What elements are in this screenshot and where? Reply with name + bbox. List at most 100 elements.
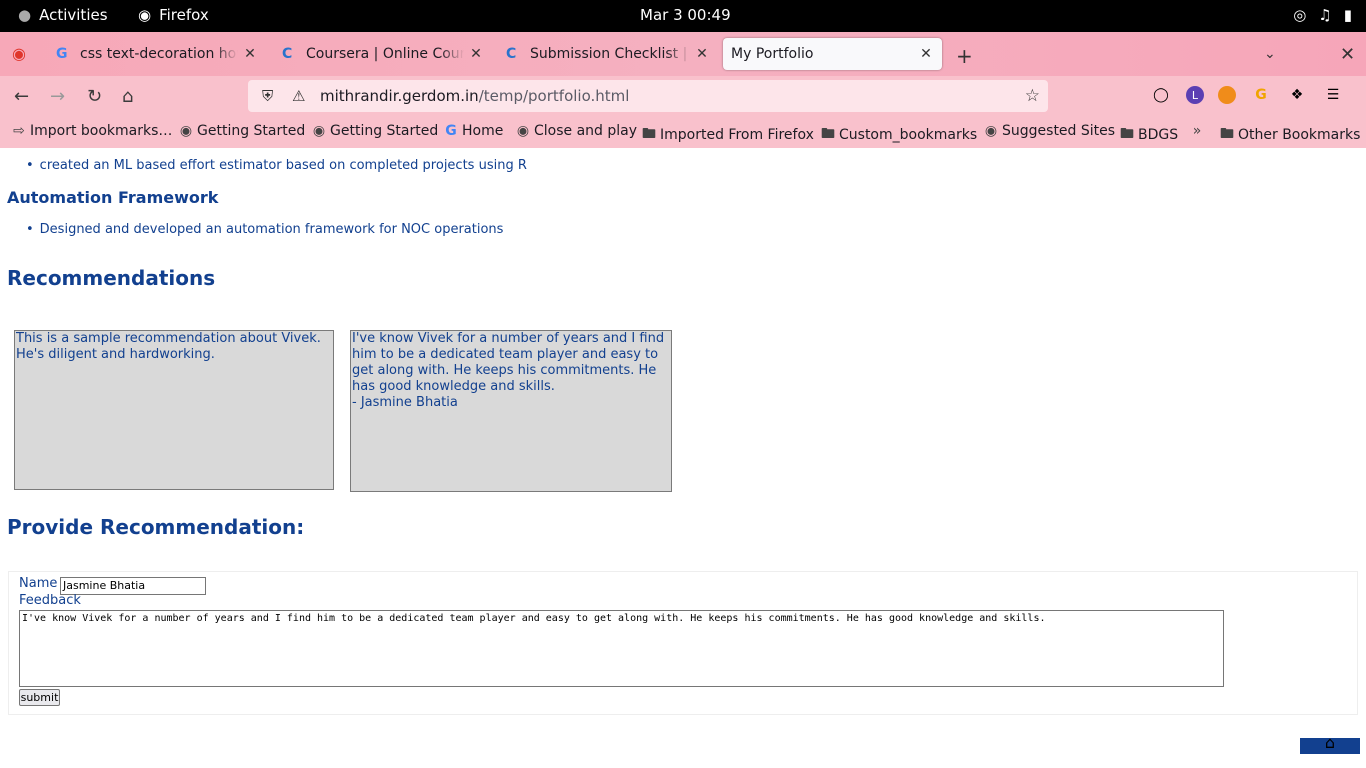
forward-icon[interactable]: → xyxy=(50,86,65,107)
close-icon[interactable]: ✕ xyxy=(242,46,258,62)
feedback-label: Feedback xyxy=(19,593,81,608)
bookmark-star-icon[interactable]: ☆ xyxy=(1025,86,1040,106)
tab-title: My Portfolio xyxy=(731,46,814,62)
extension-orange-icon[interactable] xyxy=(1218,86,1236,104)
home-icon[interactable]: ⌂ xyxy=(122,86,133,107)
grammarly-icon[interactable]: G xyxy=(1250,84,1272,106)
close-icon[interactable]: ✕ xyxy=(694,46,710,62)
list-item: • Designed and developed an automation fr… xyxy=(26,222,503,237)
activities-label: Activities xyxy=(39,6,108,24)
gnome-icon: ● xyxy=(18,6,32,24)
profile-avatar[interactable]: L xyxy=(1186,86,1204,104)
activities-button[interactable]: ● Activities xyxy=(18,6,108,24)
bookmark-getting-started-2[interactable]: ◉ Getting Started xyxy=(312,123,438,139)
google-icon: G xyxy=(56,46,68,62)
bookmark-folder-imported[interactable]: 🖿 Imported From Firefox xyxy=(642,123,814,147)
bookmark-import[interactable]: ⇨ Import bookmarks… xyxy=(12,123,172,139)
bookmark-label: Home xyxy=(462,123,504,139)
name-field[interactable]: Jasmine Bhatia xyxy=(60,577,206,595)
pocket-icon[interactable]: ◯ xyxy=(1150,84,1172,106)
tab-strip: ◉ G css text-decoration how t ✕ C Course… xyxy=(0,32,1366,76)
bookmark-label: Suggested Sites xyxy=(1002,123,1116,139)
recommendation-text: This is a sample recommendation about Vi… xyxy=(16,331,321,362)
tab-my-portfolio[interactable]: My Portfolio ✕ xyxy=(723,38,942,70)
google-icon: G xyxy=(445,123,457,139)
list-item-text: created an ML based effort estimator bas… xyxy=(39,158,527,173)
tab-coursera[interactable]: C Coursera | Online Courses ✕ xyxy=(274,38,492,70)
window-close-icon[interactable]: ✕ xyxy=(1340,44,1355,65)
bookmark-home[interactable]: G Home xyxy=(444,123,503,139)
bookmark-label: Close and play xyxy=(534,123,638,139)
recommendation-card: This is a sample recommendation about Vi… xyxy=(14,330,334,490)
volume-icon: ♫ xyxy=(1318,6,1332,24)
tab-title: Submission Checklist | Co xyxy=(530,46,690,62)
globe-icon: ◉ xyxy=(312,123,326,139)
name-label: Name xyxy=(19,576,58,591)
feedback-textarea[interactable]: I've know Vivek for a number of years an… xyxy=(19,610,1224,687)
bookmark-label: Getting Started xyxy=(330,123,439,139)
recommendation-author: - Jasmine Bhatia xyxy=(352,395,458,410)
reload-icon[interactable]: ↻ xyxy=(87,86,102,107)
app-menu[interactable]: ◉ Firefox xyxy=(138,6,209,24)
firefox-icon: ◉ xyxy=(138,6,152,24)
bookmark-label: Import bookmarks… xyxy=(30,123,173,139)
system-top-bar: ● Activities ◉ Firefox Mar 3 00:49 ◎ ♫ ▮ xyxy=(0,0,1366,32)
recommendation-text: I've know Vivek for a number of years an… xyxy=(352,331,665,394)
extensions-icon[interactable]: ❖ xyxy=(1286,84,1308,106)
folder-icon: 🖿 xyxy=(1120,126,1134,142)
tab-css-text-decoration[interactable]: G css text-decoration how t ✕ xyxy=(48,38,266,70)
home-icon: ⌂ xyxy=(1324,733,1336,752)
globe-icon: ◉ xyxy=(984,123,998,139)
bookmarks-overflow-icon[interactable]: » xyxy=(1190,123,1204,139)
bookmark-label: Other Bookmarks xyxy=(1238,127,1361,143)
chevrons-right-icon: » xyxy=(1192,123,1202,139)
system-tray[interactable]: ◎ ♫ ▮ xyxy=(1293,6,1352,24)
navigation-toolbar: ← → ↻ ⌂ ⛨ ⚠ mithrandir.gerdom.in/temp/po… xyxy=(0,76,1366,116)
globe-icon: ◉ xyxy=(179,123,193,139)
tab-submission-checklist[interactable]: C Submission Checklist | Co ✕ xyxy=(498,38,718,70)
clock[interactable]: Mar 3 00:49 xyxy=(640,6,731,24)
url-path: /temp/portfolio.html xyxy=(478,87,630,105)
tab-title: Coursera | Online Courses xyxy=(306,46,464,62)
menu-icon[interactable]: ☰ xyxy=(1322,84,1344,106)
back-icon[interactable]: ← xyxy=(14,86,29,107)
bookmark-folder-custom[interactable]: 🖿 Custom_bookmarks xyxy=(821,123,977,147)
app-name: Firefox xyxy=(159,6,209,24)
shield-icon: ⛨ xyxy=(262,87,274,105)
close-icon[interactable]: ✕ xyxy=(468,46,484,62)
bookmark-label: BDGS xyxy=(1138,127,1179,143)
close-icon[interactable]: ✕ xyxy=(918,46,934,62)
automation-heading: Automation Framework xyxy=(7,188,219,207)
folder-icon: 🖿 xyxy=(821,126,835,142)
recommendations-heading: Recommendations xyxy=(7,266,216,290)
wifi-icon: ◎ xyxy=(1293,6,1307,24)
bookmark-label: Getting Started xyxy=(197,123,306,139)
coursera-icon: C xyxy=(506,46,517,62)
bullet-dot: • xyxy=(26,222,34,237)
submit-button[interactable]: submit xyxy=(19,689,60,706)
scroll-top-home-button[interactable]: ⌂ xyxy=(1300,735,1360,754)
bookmark-suggested-sites[interactable]: ◉ Suggested Sites xyxy=(984,123,1115,139)
bookmark-folder-bdgs[interactable]: 🖿 BDGS xyxy=(1120,123,1178,147)
url-bar[interactable]: ⛨ ⚠ mithrandir.gerdom.in/temp/portfolio.… xyxy=(248,80,1048,112)
list-item: • created an ML based effort estimator ba… xyxy=(26,158,527,173)
bookmark-close-and-play[interactable]: ◉ Close and play xyxy=(516,123,637,139)
url-text: mithrandir.gerdom.in/temp/portfolio.html xyxy=(320,87,629,105)
list-all-tabs-icon[interactable]: ⌄ xyxy=(1264,46,1276,62)
bookmark-getting-started-1[interactable]: ◉ Getting Started xyxy=(179,123,305,139)
bookmark-folder-other[interactable]: 🖿 Other Bookmarks xyxy=(1220,123,1360,147)
bullet-dot: • xyxy=(26,158,34,173)
firefox-view-icon[interactable]: ◉ xyxy=(12,44,26,63)
bookmark-label: Custom_bookmarks xyxy=(839,127,978,143)
insecure-lock-icon: ⚠ xyxy=(292,87,306,105)
page-content: • created an ML based effort estimator ba… xyxy=(0,148,1366,768)
url-host: mithrandir.gerdom.in xyxy=(320,87,479,105)
toolbar-icons: ◯ L G ❖ ☰ xyxy=(1150,84,1344,106)
new-tab-button[interactable]: + xyxy=(956,44,973,68)
globe-icon: ◉ xyxy=(516,123,530,139)
recommendation-card: I've know Vivek for a number of years an… xyxy=(350,330,672,492)
tab-title: css text-decoration how t xyxy=(80,46,238,62)
bookmark-label: Imported From Firefox xyxy=(660,127,814,143)
provide-recommendation-heading: Provide Recommendation: xyxy=(7,515,305,539)
list-item-text: Designed and developed an automation fra… xyxy=(39,222,504,237)
